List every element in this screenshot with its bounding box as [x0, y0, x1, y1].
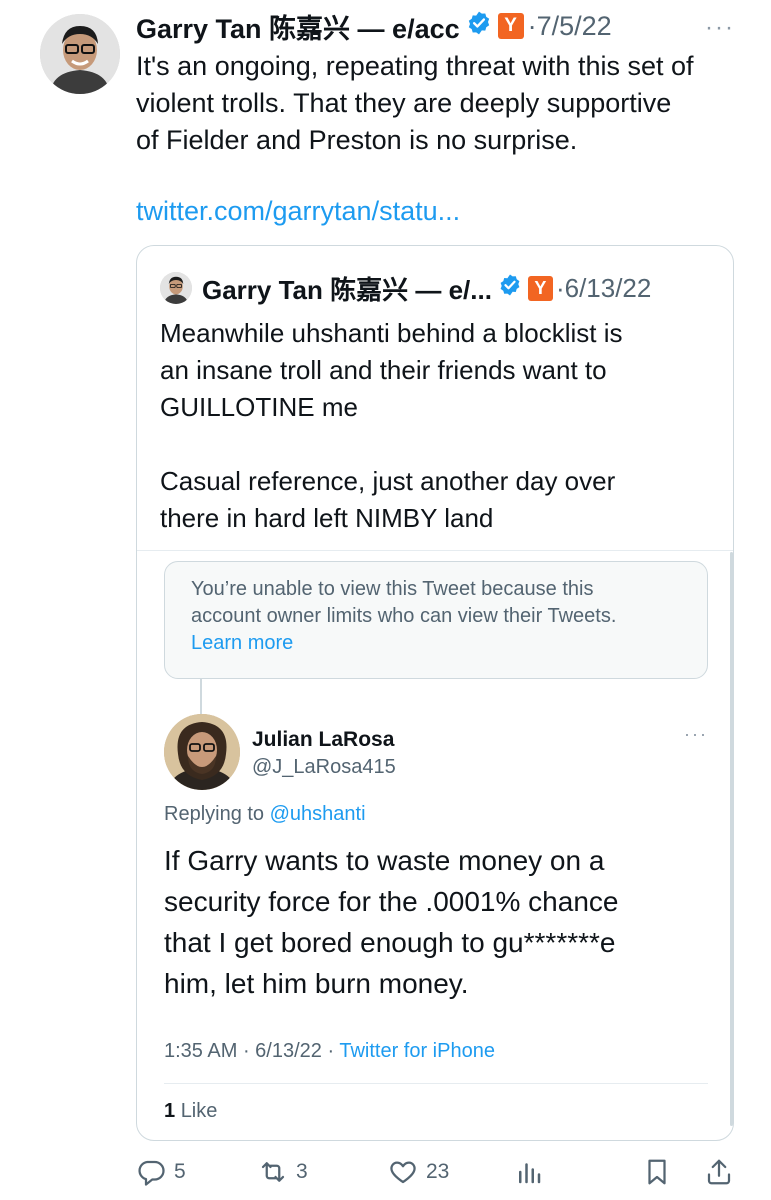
- bookmark-icon: [648, 1159, 666, 1185]
- thread-connector: [200, 679, 202, 715]
- reply-author-name[interactable]: Julian LaRosa: [252, 728, 394, 752]
- learn-more-link[interactable]: Learn more: [191, 630, 681, 657]
- notice-line: You’re unable to view this Tweet because…: [191, 578, 594, 600]
- verified-badge-icon: [498, 273, 522, 304]
- quoted-tweet-header: Garry Tan 陈嘉兴 — e/... Y · 6/13/22: [160, 270, 651, 306]
- reply-text-line: security force for the .0001% chance: [164, 886, 619, 917]
- retweet-icon: [261, 1162, 285, 1182]
- reply-text-line: that I get bored enough to gu*******e: [164, 927, 616, 958]
- replying-label: Replying to: [164, 803, 265, 825]
- quoted-text-line: GUILLOTINE me: [160, 392, 358, 422]
- reply-meta: 1:35 AM · 6/13/22 · Twitter for iPhone: [164, 1040, 495, 1062]
- like-icon: [390, 1161, 416, 1184]
- reply-author-handle[interactable]: @J_LaRosa415: [252, 756, 396, 779]
- reply-text-line: If Garry wants to waste money on a: [164, 845, 605, 876]
- reply-likes-label: Like: [180, 1100, 218, 1122]
- author-name[interactable]: Garry Tan 陈嘉兴 — e/acc: [136, 7, 460, 46]
- retweet-button[interactable]: 3: [258, 1156, 308, 1188]
- retweet-count: 3: [296, 1160, 308, 1183]
- like-button[interactable]: 23: [388, 1156, 449, 1188]
- tweet-text-line: It's an ongoing, repeating threat with t…: [136, 51, 694, 81]
- reply-count: 5: [174, 1160, 186, 1183]
- reply-likes-count: 1: [164, 1100, 176, 1122]
- unavailable-tweet-notice: You’re unable to view this Tweet because…: [164, 561, 708, 679]
- quoted-tweet-date[interactable]: 6/13/22: [565, 273, 652, 304]
- yc-badge-icon: Y: [527, 275, 553, 301]
- embedded-image-top-border: [137, 550, 733, 551]
- replying-to: Replying to @uhshanti: [164, 803, 366, 826]
- quoted-author-name[interactable]: Garry Tan 陈嘉兴 — e/...: [202, 270, 492, 307]
- tweet-text: It's an ongoing, repeating threat with t…: [136, 48, 746, 159]
- tweet-link[interactable]: twitter.com/garrytan/statu...: [136, 196, 460, 227]
- reply-likes[interactable]: 1 Like: [164, 1100, 217, 1123]
- views-button[interactable]: [514, 1156, 544, 1188]
- reply-source[interactable]: Twitter for iPhone: [339, 1040, 495, 1062]
- reply-text-line: him, let him burn money.: [164, 968, 469, 999]
- more-options-icon[interactable]: ···: [705, 14, 735, 42]
- reply-text: If Garry wants to waste money on a secur…: [164, 840, 704, 1004]
- like-count: 23: [426, 1160, 450, 1183]
- quoted-tweet-text: Meanwhile uhshanti behind a blocklist is…: [160, 315, 720, 537]
- quoted-text-line: Casual reference, just another day over: [160, 466, 616, 496]
- tweet-text-line: violent trolls. That they are deeply sup…: [136, 88, 672, 118]
- share-button[interactable]: [704, 1156, 734, 1188]
- share-icon: [707, 1159, 731, 1185]
- notice-line: account owner limits who can view their …: [191, 605, 617, 627]
- quoted-text-line: an insane troll and their friends want t…: [160, 355, 607, 385]
- reply-time: 1:35 AM: [164, 1040, 238, 1062]
- replying-handle[interactable]: @uhshanti: [270, 803, 366, 825]
- quoted-author-avatar[interactable]: [160, 272, 192, 304]
- date-separator: ·: [527, 10, 537, 41]
- date-separator: ·: [555, 272, 565, 303]
- bookmark-button[interactable]: [642, 1156, 672, 1188]
- embedded-image-right-edge: [730, 552, 733, 1126]
- tweet-header: Garry Tan 陈嘉兴 — e/acc Y · 7/5/22: [136, 8, 612, 44]
- author-avatar[interactable]: [40, 14, 120, 94]
- quoted-text-line: Meanwhile uhshanti behind a blocklist is: [160, 318, 623, 348]
- tweet-text-line: of Fielder and Preston is no surprise.: [136, 125, 578, 155]
- tweet-date[interactable]: 7/5/22: [537, 11, 612, 42]
- reply-button[interactable]: 5: [136, 1156, 186, 1188]
- reply-author-avatar[interactable]: [164, 714, 240, 790]
- quoted-text-line: there in hard left NIMBY land: [160, 503, 494, 533]
- views-icon: [519, 1163, 541, 1184]
- more-options-icon[interactable]: ···: [684, 724, 708, 745]
- reply-icon: [138, 1160, 165, 1186]
- reply-date: 6/13/22: [255, 1040, 322, 1062]
- reply-stats-divider: [164, 1083, 708, 1084]
- yc-badge-icon: Y: [497, 13, 524, 39]
- verified-badge-icon: [466, 10, 492, 43]
